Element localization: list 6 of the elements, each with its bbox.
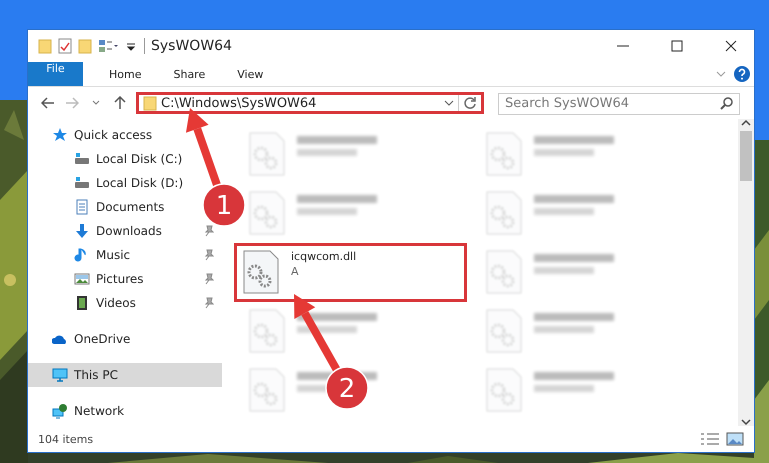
step-number: 1: [202, 183, 246, 227]
file-name: icqwcom.dll: [291, 250, 356, 263]
item-count: 104 items: [38, 432, 94, 446]
file-type: A: [291, 265, 300, 278]
step-number: 2: [325, 366, 369, 410]
window-title: SysWOW64: [144, 38, 592, 54]
